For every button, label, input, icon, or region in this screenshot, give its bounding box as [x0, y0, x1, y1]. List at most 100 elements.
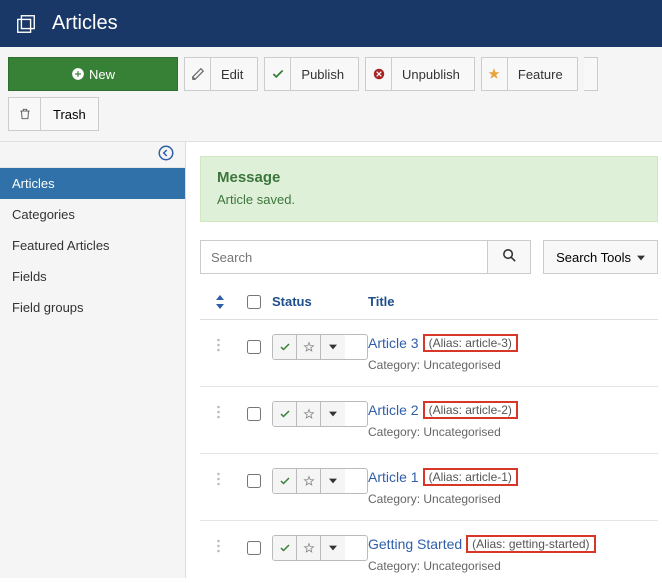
page-title: Articles — [52, 12, 118, 35]
sidebar-item-label: Featured Articles — [12, 238, 110, 253]
status-published-button[interactable] — [273, 536, 297, 560]
unpublish-button-label: Unpublish — [402, 67, 460, 82]
sidebar-item-label: Field groups — [12, 300, 84, 315]
article-title-link[interactable]: Article 2 — [368, 402, 419, 418]
drag-handle-icon[interactable] — [204, 468, 236, 486]
sidebar-item-label: Articles — [12, 176, 55, 191]
column-title[interactable]: Title — [368, 294, 654, 309]
edit-button[interactable]: Edit — [184, 57, 258, 91]
table-row: Article 3 (Alias: article-3) Category: U… — [200, 320, 658, 387]
x-circle-icon — [366, 58, 392, 90]
sidebar-collapse-bar — [0, 142, 185, 168]
status-published-button[interactable] — [273, 469, 297, 493]
status-published-button[interactable] — [273, 402, 297, 426]
row-checkbox[interactable] — [236, 468, 272, 488]
search-row: Search Tools — [200, 240, 658, 274]
article-category: Category: Uncategorised — [368, 559, 654, 573]
article-title-link[interactable]: Getting Started — [368, 536, 462, 552]
overflow-button[interactable] — [584, 57, 598, 91]
article-alias: (Alias: article-1) — [423, 468, 518, 486]
collapse-icon[interactable] — [157, 144, 175, 165]
trash-button-label: Trash — [41, 107, 98, 122]
page-header: Articles — [0, 0, 662, 47]
status-dropdown-button[interactable] — [321, 536, 345, 560]
table-header: Status Title — [200, 288, 658, 320]
trash-icon — [9, 98, 41, 130]
message-title: Message — [217, 169, 641, 186]
article-title-link[interactable]: Article 1 — [368, 469, 419, 485]
search-tools-label: Search Tools — [556, 250, 631, 265]
search-group — [200, 240, 531, 274]
row-checkbox[interactable] — [236, 535, 272, 555]
sidebar-item-articles[interactable]: Articles — [0, 168, 185, 199]
sort-order-icon[interactable] — [204, 295, 236, 309]
caret-down-icon — [637, 250, 645, 265]
status-cell — [272, 334, 368, 360]
title-cell: Getting Started (Alias: getting-started)… — [368, 535, 654, 573]
sidebar-item-label: Fields — [12, 269, 47, 284]
message-text: Article saved. — [217, 192, 641, 207]
article-category: Category: Uncategorised — [368, 358, 654, 372]
status-featured-button[interactable] — [297, 469, 321, 493]
title-cell: Article 2 (Alias: article-2) Category: U… — [368, 401, 654, 439]
toolbar: New Edit Publish Unpublish Feature — [0, 47, 662, 142]
search-input[interactable] — [200, 240, 487, 274]
message-box: Message Article saved. — [200, 156, 658, 222]
sidebar-item-categories[interactable]: Categories — [0, 199, 185, 230]
publish-button[interactable]: Publish — [264, 57, 359, 91]
sidebar: Articles Categories Featured Articles Fi… — [0, 142, 186, 578]
title-cell: Article 1 (Alias: article-1) Category: U… — [368, 468, 654, 506]
article-category: Category: Uncategorised — [368, 425, 654, 439]
article-category: Category: Uncategorised — [368, 492, 654, 506]
table-row: Article 1 (Alias: article-1) Category: U… — [200, 454, 658, 521]
feature-button-label: Feature — [518, 67, 563, 82]
status-featured-button[interactable] — [297, 402, 321, 426]
feature-button[interactable]: Feature — [481, 57, 578, 91]
article-title-link[interactable]: Article 3 — [368, 335, 419, 351]
unpublish-button[interactable]: Unpublish — [365, 57, 475, 91]
status-featured-button[interactable] — [297, 536, 321, 560]
star-icon — [482, 58, 508, 90]
status-cell — [272, 535, 368, 561]
pencil-icon — [185, 58, 211, 90]
search-submit-button[interactable] — [487, 240, 531, 274]
status-cell — [272, 401, 368, 427]
article-alias: (Alias: getting-started) — [466, 535, 595, 553]
row-checkbox[interactable] — [236, 401, 272, 421]
status-dropdown-button[interactable] — [321, 402, 345, 426]
status-dropdown-button[interactable] — [321, 469, 345, 493]
title-cell: Article 3 (Alias: article-3) Category: U… — [368, 334, 654, 372]
sidebar-item-label: Categories — [12, 207, 75, 222]
drag-handle-icon[interactable] — [204, 535, 236, 553]
main: Articles Categories Featured Articles Fi… — [0, 142, 662, 578]
row-checkbox[interactable] — [236, 334, 272, 354]
search-tools-button[interactable]: Search Tools — [543, 240, 658, 274]
status-featured-button[interactable] — [297, 335, 321, 359]
edit-button-label: Edit — [221, 67, 243, 82]
drag-handle-icon[interactable] — [204, 334, 236, 352]
sidebar-nav: Articles Categories Featured Articles Fi… — [0, 168, 185, 323]
content: Message Article saved. Search Tools — [186, 142, 662, 578]
stack-icon — [12, 10, 40, 38]
sidebar-item-featured[interactable]: Featured Articles — [0, 230, 185, 261]
select-all-checkbox[interactable] — [236, 295, 272, 309]
new-button[interactable]: New — [8, 57, 178, 91]
article-alias: (Alias: article-2) — [423, 401, 518, 419]
publish-button-label: Publish — [301, 67, 344, 82]
status-published-button[interactable] — [273, 335, 297, 359]
article-alias: (Alias: article-3) — [423, 334, 518, 352]
check-icon — [265, 58, 291, 90]
search-icon — [501, 247, 518, 267]
trash-button[interactable]: Trash — [8, 97, 99, 131]
new-button-label: New — [89, 67, 115, 82]
status-dropdown-button[interactable] — [321, 335, 345, 359]
table-row: Getting Started (Alias: getting-started)… — [200, 521, 658, 578]
rows-container: Article 3 (Alias: article-3) Category: U… — [200, 320, 658, 578]
sidebar-item-fields[interactable]: Fields — [0, 261, 185, 292]
table-row: Article 2 (Alias: article-2) Category: U… — [200, 387, 658, 454]
sidebar-item-fieldgroups[interactable]: Field groups — [0, 292, 185, 323]
drag-handle-icon[interactable] — [204, 401, 236, 419]
status-cell — [272, 468, 368, 494]
column-status[interactable]: Status — [272, 294, 368, 309]
plus-icon — [71, 58, 85, 90]
